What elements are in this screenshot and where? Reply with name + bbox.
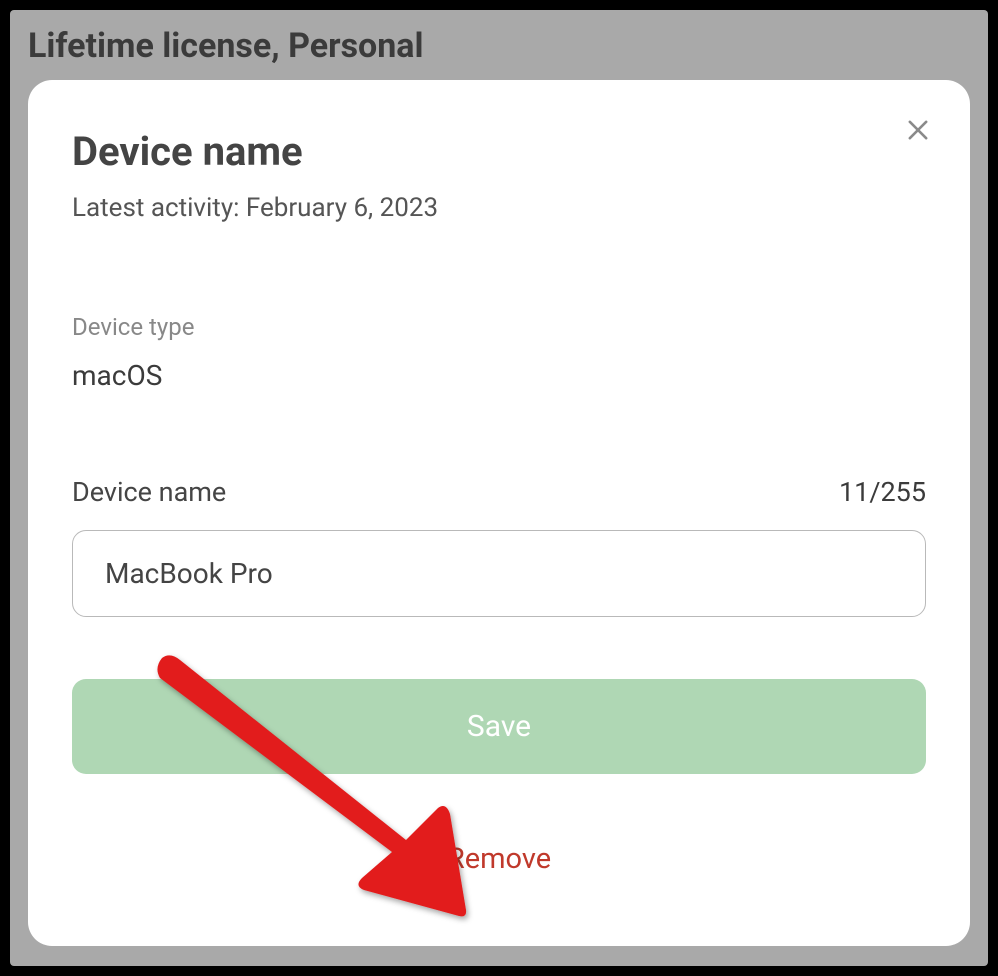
device-name-input[interactable] xyxy=(72,530,926,617)
modal-title: Device name xyxy=(72,128,926,175)
page-title: Lifetime license, Personal xyxy=(28,26,970,66)
device-type-label: Device type xyxy=(72,313,926,341)
remove-link[interactable]: Remove xyxy=(72,842,926,876)
save-button[interactable]: Save xyxy=(72,679,926,774)
close-icon xyxy=(904,116,932,144)
device-name-label: Device name xyxy=(72,476,226,508)
latest-activity: Latest activity: February 6, 2023 xyxy=(72,193,926,223)
char-count: 11/255 xyxy=(839,476,926,508)
close-button[interactable] xyxy=(902,114,934,146)
latest-activity-label: Latest activity: xyxy=(72,193,239,223)
device-type-value: macOS xyxy=(72,359,926,392)
device-name-modal: Device name Latest activity: February 6,… xyxy=(28,80,970,946)
latest-activity-date: February 6, 2023 xyxy=(246,193,438,223)
